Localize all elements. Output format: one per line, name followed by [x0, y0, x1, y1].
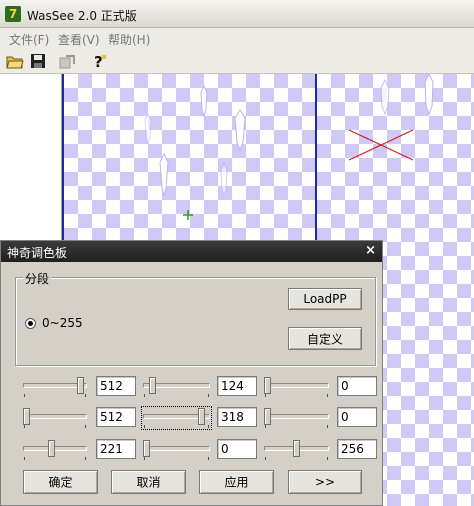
slider-tick — [144, 457, 145, 460]
menu-view[interactable]: 查看(V) — [58, 31, 100, 48]
open-folder-icon[interactable] — [6, 52, 24, 70]
svg-text:?: ? — [94, 53, 103, 70]
slider-thumb[interactable] — [198, 408, 205, 425]
slider-thumb[interactable] — [77, 377, 84, 394]
value-field-3-3[interactable]: 256 — [337, 439, 377, 459]
dialog-title: 神奇调色板 — [7, 246, 68, 260]
value-field-2-2[interactable]: 318 — [217, 407, 257, 427]
more-button-label: >> — [314, 475, 336, 489]
slider-tick — [24, 425, 25, 428]
apply-button[interactable]: 应用 — [199, 470, 274, 494]
slider-tick — [265, 394, 266, 397]
range-slider-1-1[interactable] — [23, 377, 87, 397]
toolbar: ? — [0, 48, 474, 74]
close-icon[interactable]: × — [365, 243, 376, 258]
value-field-2-3[interactable]: 0 — [337, 407, 377, 427]
save-disk-icon[interactable] — [29, 52, 47, 70]
more-button[interactable]: >> — [288, 470, 362, 494]
apply-button-label: 应用 — [224, 475, 249, 490]
range-slider-2-1[interactable] — [23, 408, 87, 428]
app-logo-icon: 7 — [5, 6, 21, 22]
slider-tick — [327, 425, 328, 428]
cancel-button-label: 取消 — [136, 475, 161, 490]
slider-tick — [24, 394, 25, 397]
slider-track — [23, 446, 87, 451]
range-slider-1-3[interactable] — [264, 377, 329, 397]
value-field-3-2[interactable]: 0 — [217, 439, 257, 459]
slider-thumb[interactable] — [264, 408, 271, 425]
cancel-button[interactable]: 取消 — [111, 470, 186, 494]
slider-tick — [208, 425, 209, 428]
value-field-1-1[interactable]: 512 — [96, 376, 136, 396]
range-radio-label: 0~255 — [42, 316, 83, 330]
slider-tick — [265, 457, 266, 460]
dialog-titlebar[interactable]: 神奇调色板 × — [1, 241, 382, 262]
ok-button-label: 确定 — [48, 475, 73, 490]
slider-track — [264, 414, 329, 419]
slider-tick — [265, 425, 266, 428]
slider-tick — [208, 394, 209, 397]
value-field-3-1[interactable]: 221 — [96, 439, 136, 459]
value-field-1-2[interactable]: 124 — [217, 376, 257, 396]
slider-thumb[interactable] — [149, 377, 156, 394]
segment-group-label: 分段 — [23, 270, 52, 287]
range-slider-1-2[interactable] — [143, 377, 210, 397]
range-slider-2-3[interactable] — [264, 408, 329, 428]
range-radio[interactable] — [25, 318, 36, 329]
slider-tick — [85, 457, 86, 460]
menu-bar: 文件(F) 查看(V) 帮助(H) — [0, 28, 474, 48]
custom-button[interactable]: 自定义 — [288, 327, 362, 350]
slider-tick — [327, 394, 328, 397]
ok-button[interactable]: 确定 — [23, 470, 98, 494]
value-field-1-3[interactable]: 0 — [337, 376, 377, 396]
slider-thumb[interactable] — [48, 440, 55, 457]
slider-thumb[interactable] — [23, 408, 30, 425]
frame-list-pane[interactable] — [0, 74, 62, 244]
range-slider-3-1[interactable] — [23, 440, 87, 460]
loadpp-button-label: LoadPP — [303, 292, 347, 306]
help-question-icon[interactable]: ? — [90, 52, 108, 71]
loadpp-button[interactable]: LoadPP — [288, 288, 362, 310]
slider-track — [264, 383, 329, 388]
sprite-preview-canvas[interactable] — [62, 74, 317, 244]
slider-tick — [327, 457, 328, 460]
range-slider-3-2[interactable] — [143, 440, 210, 460]
slider-tick — [85, 394, 86, 397]
palette-dialog: 神奇调色板 × 分段 0~255 LoadPP 自定义 512 124 0 512 31… — [0, 240, 383, 506]
custom-button-label: 自定义 — [306, 332, 343, 346]
sprite-swords — [144, 84, 246, 220]
slider-tick — [144, 394, 145, 397]
window-titlebar: 7 WasSee 2.0 正式版 — [0, 0, 474, 28]
slider-tick — [24, 457, 25, 460]
menu-file[interactable]: 文件(F) — [9, 31, 49, 48]
value-field-2-1[interactable]: 512 — [96, 407, 136, 427]
menu-help[interactable]: 帮助(H) — [108, 31, 150, 48]
slider-track — [23, 414, 87, 419]
slider-track — [143, 446, 210, 451]
range-slider-2-2[interactable] — [141, 406, 212, 430]
window-title: WasSee 2.0 正式版 — [27, 9, 137, 23]
slider-thumb[interactable] — [264, 377, 271, 394]
range-slider-3-3[interactable] — [264, 440, 329, 460]
slider-tick — [85, 425, 86, 428]
slider-thumb[interactable] — [293, 440, 300, 457]
slider-tick — [144, 425, 145, 428]
export-icon — [58, 52, 76, 70]
slider-tick — [208, 457, 209, 460]
slider-thumb[interactable] — [143, 440, 150, 457]
